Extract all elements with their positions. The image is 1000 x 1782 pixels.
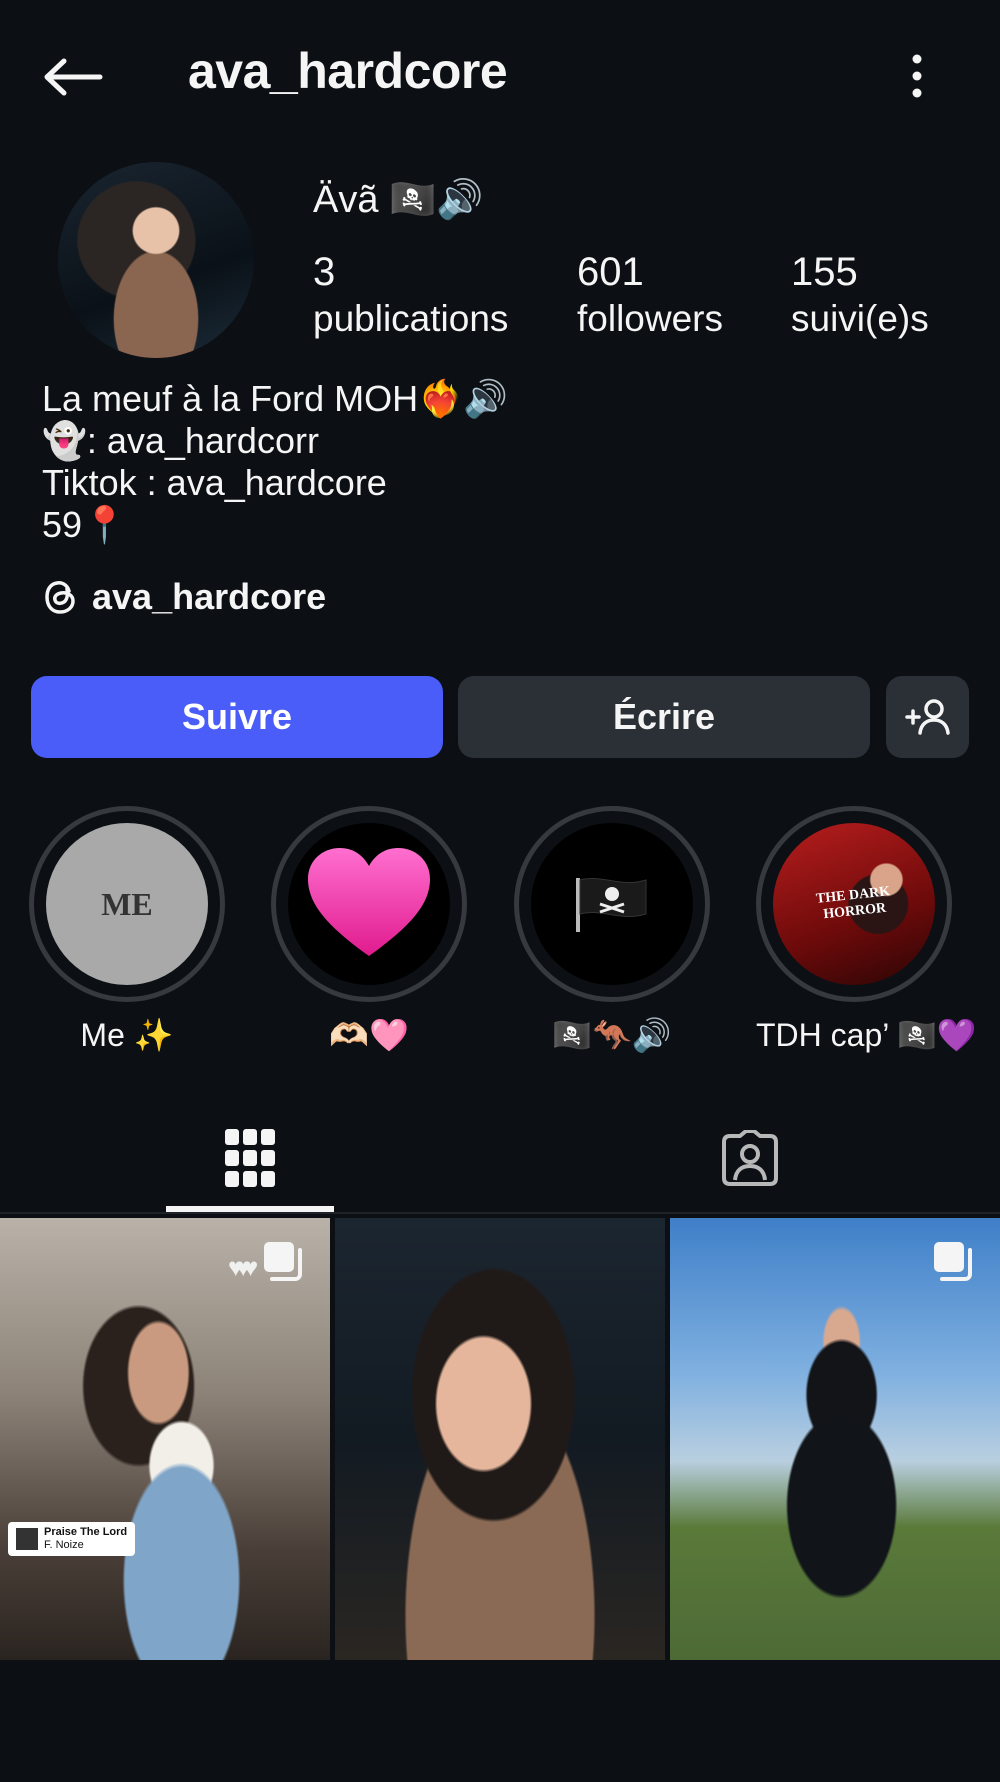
stat-publications-label: publications — [313, 298, 509, 339]
stat-followers[interactable]: 601 followers — [577, 248, 723, 342]
stat-following-count: 155 — [791, 250, 858, 294]
highlight-label: Me ✨ — [80, 1017, 174, 1053]
highlight-cover — [288, 823, 450, 985]
tab-tagged[interactable] — [666, 1100, 834, 1216]
profile-bio: La meuf à la Ford MOH❤️‍🔥🔊 👻: ava_hardco… — [42, 378, 508, 546]
bio-line: 59📍 — [42, 504, 127, 545]
threads-link[interactable]: ava_hardcore — [42, 576, 326, 618]
post-thumbnail[interactable]: ♥♥♥ Praise The Lord F. Noize — [0, 1218, 330, 1660]
threads-handle: ava_hardcore — [92, 576, 327, 617]
profile-avatar[interactable] — [58, 162, 254, 358]
highlight-ring — [514, 806, 710, 1002]
stat-publications-count: 3 — [313, 250, 336, 294]
add-person-icon — [904, 699, 950, 735]
pirate-flag-icon — [576, 878, 647, 932]
grid-icon — [225, 1129, 275, 1187]
follow-button[interactable]: Suivre — [31, 676, 443, 758]
carousel-icon — [934, 1242, 972, 1281]
highlight-ring: ME — [29, 806, 225, 1002]
stat-followers-count: 601 — [577, 250, 644, 294]
highlight-cover: THE DARK HORROR — [773, 823, 935, 985]
stat-publications[interactable]: 3 publications — [313, 248, 508, 342]
music-cover — [16, 1528, 38, 1550]
stat-following[interactable]: 155 suivi(e)s — [791, 248, 929, 342]
highlight-pirate[interactable]: 🏴‍☠️🦘🔊 — [514, 806, 710, 1054]
bio-line: 👻: ava_hardcorr — [42, 420, 319, 461]
highlight-cover-text: THE DARK HORROR — [815, 884, 891, 923]
threads-icon — [45, 581, 75, 614]
tab-grid[interactable] — [166, 1100, 334, 1216]
highlight-ring — [271, 806, 467, 1002]
music-sticker: Praise The Lord F. Noize — [8, 1522, 136, 1556]
tagged-icon — [722, 1130, 778, 1186]
carousel-icon — [264, 1242, 302, 1281]
highlight-cover-text: ME — [101, 885, 153, 922]
back-arrow-icon — [44, 58, 103, 96]
bio-line: La meuf à la Ford MOH❤️‍🔥🔊 — [42, 378, 508, 419]
highlight-label: 🏴‍☠️🦘🔊 — [552, 1017, 672, 1053]
profile-tabs — [0, 1100, 1000, 1216]
highlight-cover: ME — [46, 823, 208, 985]
highlight-heart[interactable]: 🫶🏻🩷 — [271, 806, 467, 1054]
top-bar: ava_hardcore — [0, 0, 1000, 150]
highlight-tdh[interactable]: THE DARK HORROR TDH cap’ 🏴‍☠️💜 — [756, 806, 977, 1054]
more-vertical-icon — [912, 54, 922, 98]
message-button[interactable]: Écrire — [458, 676, 870, 758]
highlight-label: TDH cap’ 🏴‍☠️💜 — [756, 1017, 977, 1053]
stat-following-label: suivi(e)s — [791, 298, 929, 339]
more-options-button[interactable] — [890, 46, 944, 106]
post-thumbnail[interactable] — [670, 1218, 1000, 1660]
highlight-me[interactable]: ME Me ✨ — [29, 806, 225, 1054]
hearts-sticker: ♥♥♥ — [228, 1252, 258, 1282]
bio-line: Tiktok : ava_hardcore — [42, 462, 387, 503]
display-name: Ävã 🏴‍☠️🔊 — [313, 179, 484, 221]
heart-icon — [308, 848, 430, 956]
post-grid: ♥♥♥ Praise The Lord F. Noize — [0, 1218, 1000, 1660]
back-button[interactable] — [38, 48, 108, 106]
profile-username-title: ava_hardcore — [188, 43, 508, 99]
stat-followers-label: followers — [577, 298, 723, 339]
post-thumbnail[interactable] — [335, 1218, 665, 1660]
suggested-users-button[interactable] — [886, 676, 969, 758]
highlight-ring: THE DARK HORROR — [756, 806, 952, 1002]
tabs-divider — [0, 1212, 1000, 1214]
music-artist: F. Noize — [44, 1539, 84, 1551]
music-title: Praise The Lord — [44, 1526, 128, 1538]
highlight-cover — [531, 823, 693, 985]
highlight-label: 🫶🏻🩷 — [329, 1017, 409, 1053]
